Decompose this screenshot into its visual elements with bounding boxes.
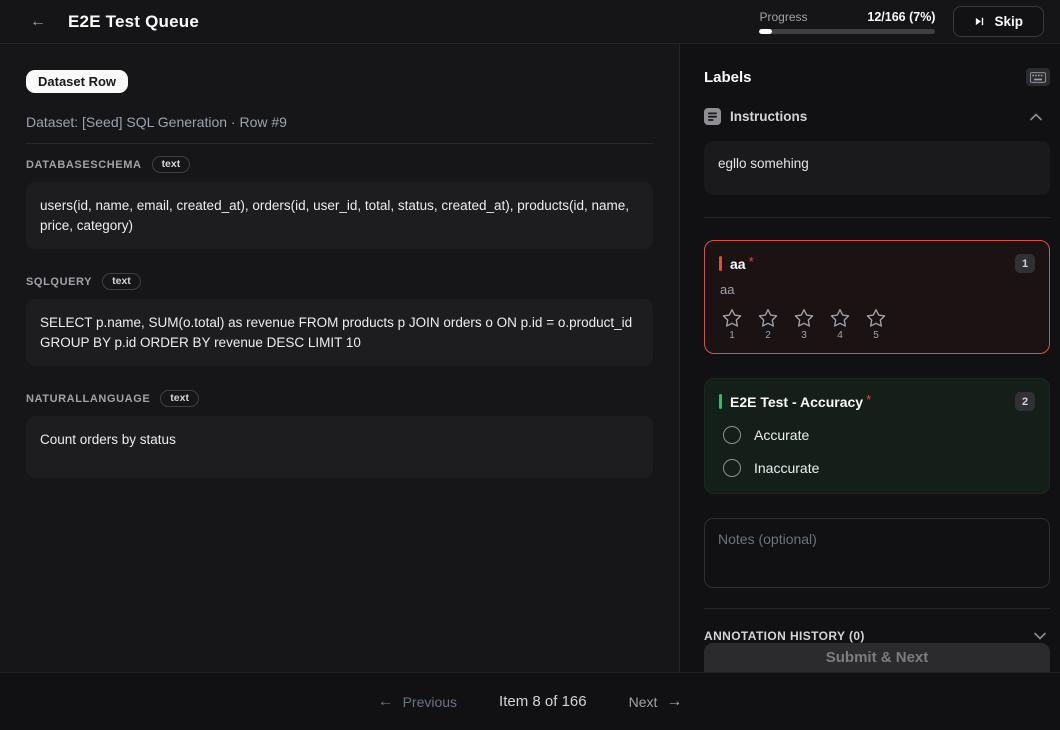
- skip-button-label: Skip: [994, 14, 1023, 29]
- radio-option-label: Accurate: [754, 427, 809, 443]
- progress-widget: Progress 12/166 (7%): [759, 10, 935, 34]
- label-name: E2E Test - Accuracy: [730, 394, 863, 410]
- keyboard-shortcuts-button[interactable]: [1026, 68, 1050, 86]
- pager-footer: ← Previous Item 8 of 166 Next →: [0, 672, 1060, 730]
- progress-bar: [759, 29, 935, 34]
- star-icon: [720, 307, 744, 330]
- star-number: 5: [873, 330, 879, 341]
- star-rating: 1 2 3 4: [720, 307, 1035, 341]
- star-icon: [828, 307, 852, 330]
- next-label: Next: [629, 694, 658, 710]
- field-sqlquery: SQLQUERY text SELECT p.name, SUM(o.total…: [26, 273, 653, 366]
- previous-button[interactable]: ← Previous: [378, 694, 457, 710]
- annotation-history-label: ANNOTATION HISTORY (0): [704, 629, 865, 643]
- radio-option-label: Inaccurate: [754, 460, 819, 476]
- main-area: Dataset Row Dataset: [Seed] SQL Generati…: [0, 44, 1060, 672]
- star-icon: [792, 307, 816, 330]
- annotation-history-toggle[interactable]: ANNOTATION HISTORY (0): [704, 629, 1046, 643]
- progress-value: 12/166 (7%): [867, 10, 935, 24]
- labels-title: Labels: [704, 69, 752, 86]
- star-2[interactable]: 2: [756, 307, 780, 341]
- required-asterisk: *: [749, 254, 754, 269]
- hotkey-badge: 1: [1015, 254, 1035, 273]
- radio-option-accurate[interactable]: Accurate: [723, 426, 1031, 444]
- previous-label: Previous: [403, 694, 457, 710]
- star-1[interactable]: 1: [720, 307, 744, 341]
- field-name: SQLQUERY: [26, 276, 92, 288]
- instructions-icon: [704, 108, 721, 125]
- field-name: DATABASESCHEMA: [26, 159, 142, 171]
- dataset-info: Dataset: [Seed] SQL Generation · Row #9: [26, 114, 653, 130]
- arrow-left-icon: ←: [378, 694, 394, 710]
- divider: [704, 608, 1050, 609]
- notes-input[interactable]: [704, 518, 1050, 588]
- instructions-toggle[interactable]: Instructions: [704, 108, 1050, 125]
- field-type-badge: text: [160, 390, 199, 407]
- radio-circle-icon: [723, 459, 741, 477]
- field-databaseschema: DATABASESCHEMA text users(id, name, emai…: [26, 156, 653, 249]
- label-description: aa: [720, 282, 1035, 297]
- divider: [704, 217, 1050, 218]
- hotkey-badge: 2: [1015, 392, 1035, 411]
- back-arrow-icon: ←: [30, 14, 46, 30]
- instructions-content: egllo somehing: [704, 141, 1050, 195]
- star-5[interactable]: 5: [864, 307, 888, 341]
- label-name: aa: [730, 256, 746, 272]
- instructions-label: Instructions: [730, 109, 807, 124]
- star-number: 2: [765, 330, 771, 341]
- radio-option-inaccurate[interactable]: Inaccurate: [723, 459, 1031, 477]
- item-position: Item 8 of 166: [499, 693, 587, 710]
- field-type-badge: text: [152, 156, 191, 173]
- required-asterisk: *: [866, 392, 871, 407]
- star-number: 4: [837, 330, 843, 341]
- star-number: 1: [729, 330, 735, 341]
- field-value: Count orders by status: [26, 416, 653, 478]
- header-right: Progress 12/166 (7%) Skip: [759, 6, 1044, 37]
- field-value: SELECT p.name, SUM(o.total) as revenue F…: [26, 299, 653, 366]
- label-card-e2e-accuracy: E2E Test - Accuracy * 2 Accurate Inaccur…: [704, 378, 1050, 494]
- star-icon: [864, 307, 888, 330]
- header: ← E2E Test Queue Progress 12/166 (7%) Sk…: [0, 0, 1060, 44]
- back-button[interactable]: ←: [22, 6, 54, 38]
- field-type-badge: text: [102, 273, 141, 290]
- star-number: 3: [801, 330, 807, 341]
- skip-forward-icon: [974, 16, 985, 27]
- submit-next-button[interactable]: Submit & Next: [704, 643, 1050, 672]
- field-value: users(id, name, email, created_at), orde…: [26, 182, 653, 249]
- page-title: E2E Test Queue: [68, 12, 199, 32]
- keyboard-icon: [1030, 72, 1046, 83]
- star-3[interactable]: 3: [792, 307, 816, 341]
- progress-label: Progress: [759, 10, 807, 24]
- field-naturallanguage: NATURALLANGUAGE text Count orders by sta…: [26, 390, 653, 478]
- progress-bar-fill: [759, 29, 771, 34]
- radio-circle-icon: [723, 426, 741, 444]
- skip-button[interactable]: Skip: [953, 6, 1044, 37]
- labels-sidebar: Labels: [680, 44, 1060, 672]
- chevron-up-icon: [1030, 113, 1042, 121]
- arrow-right-icon: →: [666, 694, 682, 710]
- star-4[interactable]: 4: [828, 307, 852, 341]
- star-icon: [756, 307, 780, 330]
- label-card-aa: aa * 1 aa 1 2: [704, 240, 1050, 354]
- chevron-down-icon: [1034, 632, 1046, 640]
- label-accent-bar: [719, 394, 722, 409]
- dataset-panel: Dataset Row Dataset: [Seed] SQL Generati…: [0, 44, 680, 672]
- field-name: NATURALLANGUAGE: [26, 393, 150, 405]
- next-button[interactable]: Next →: [629, 694, 683, 710]
- app-window: ← E2E Test Queue Progress 12/166 (7%) Sk…: [0, 0, 1060, 730]
- divider: [26, 143, 653, 144]
- label-accent-bar: [719, 256, 722, 271]
- dataset-row-badge: Dataset Row: [26, 70, 128, 93]
